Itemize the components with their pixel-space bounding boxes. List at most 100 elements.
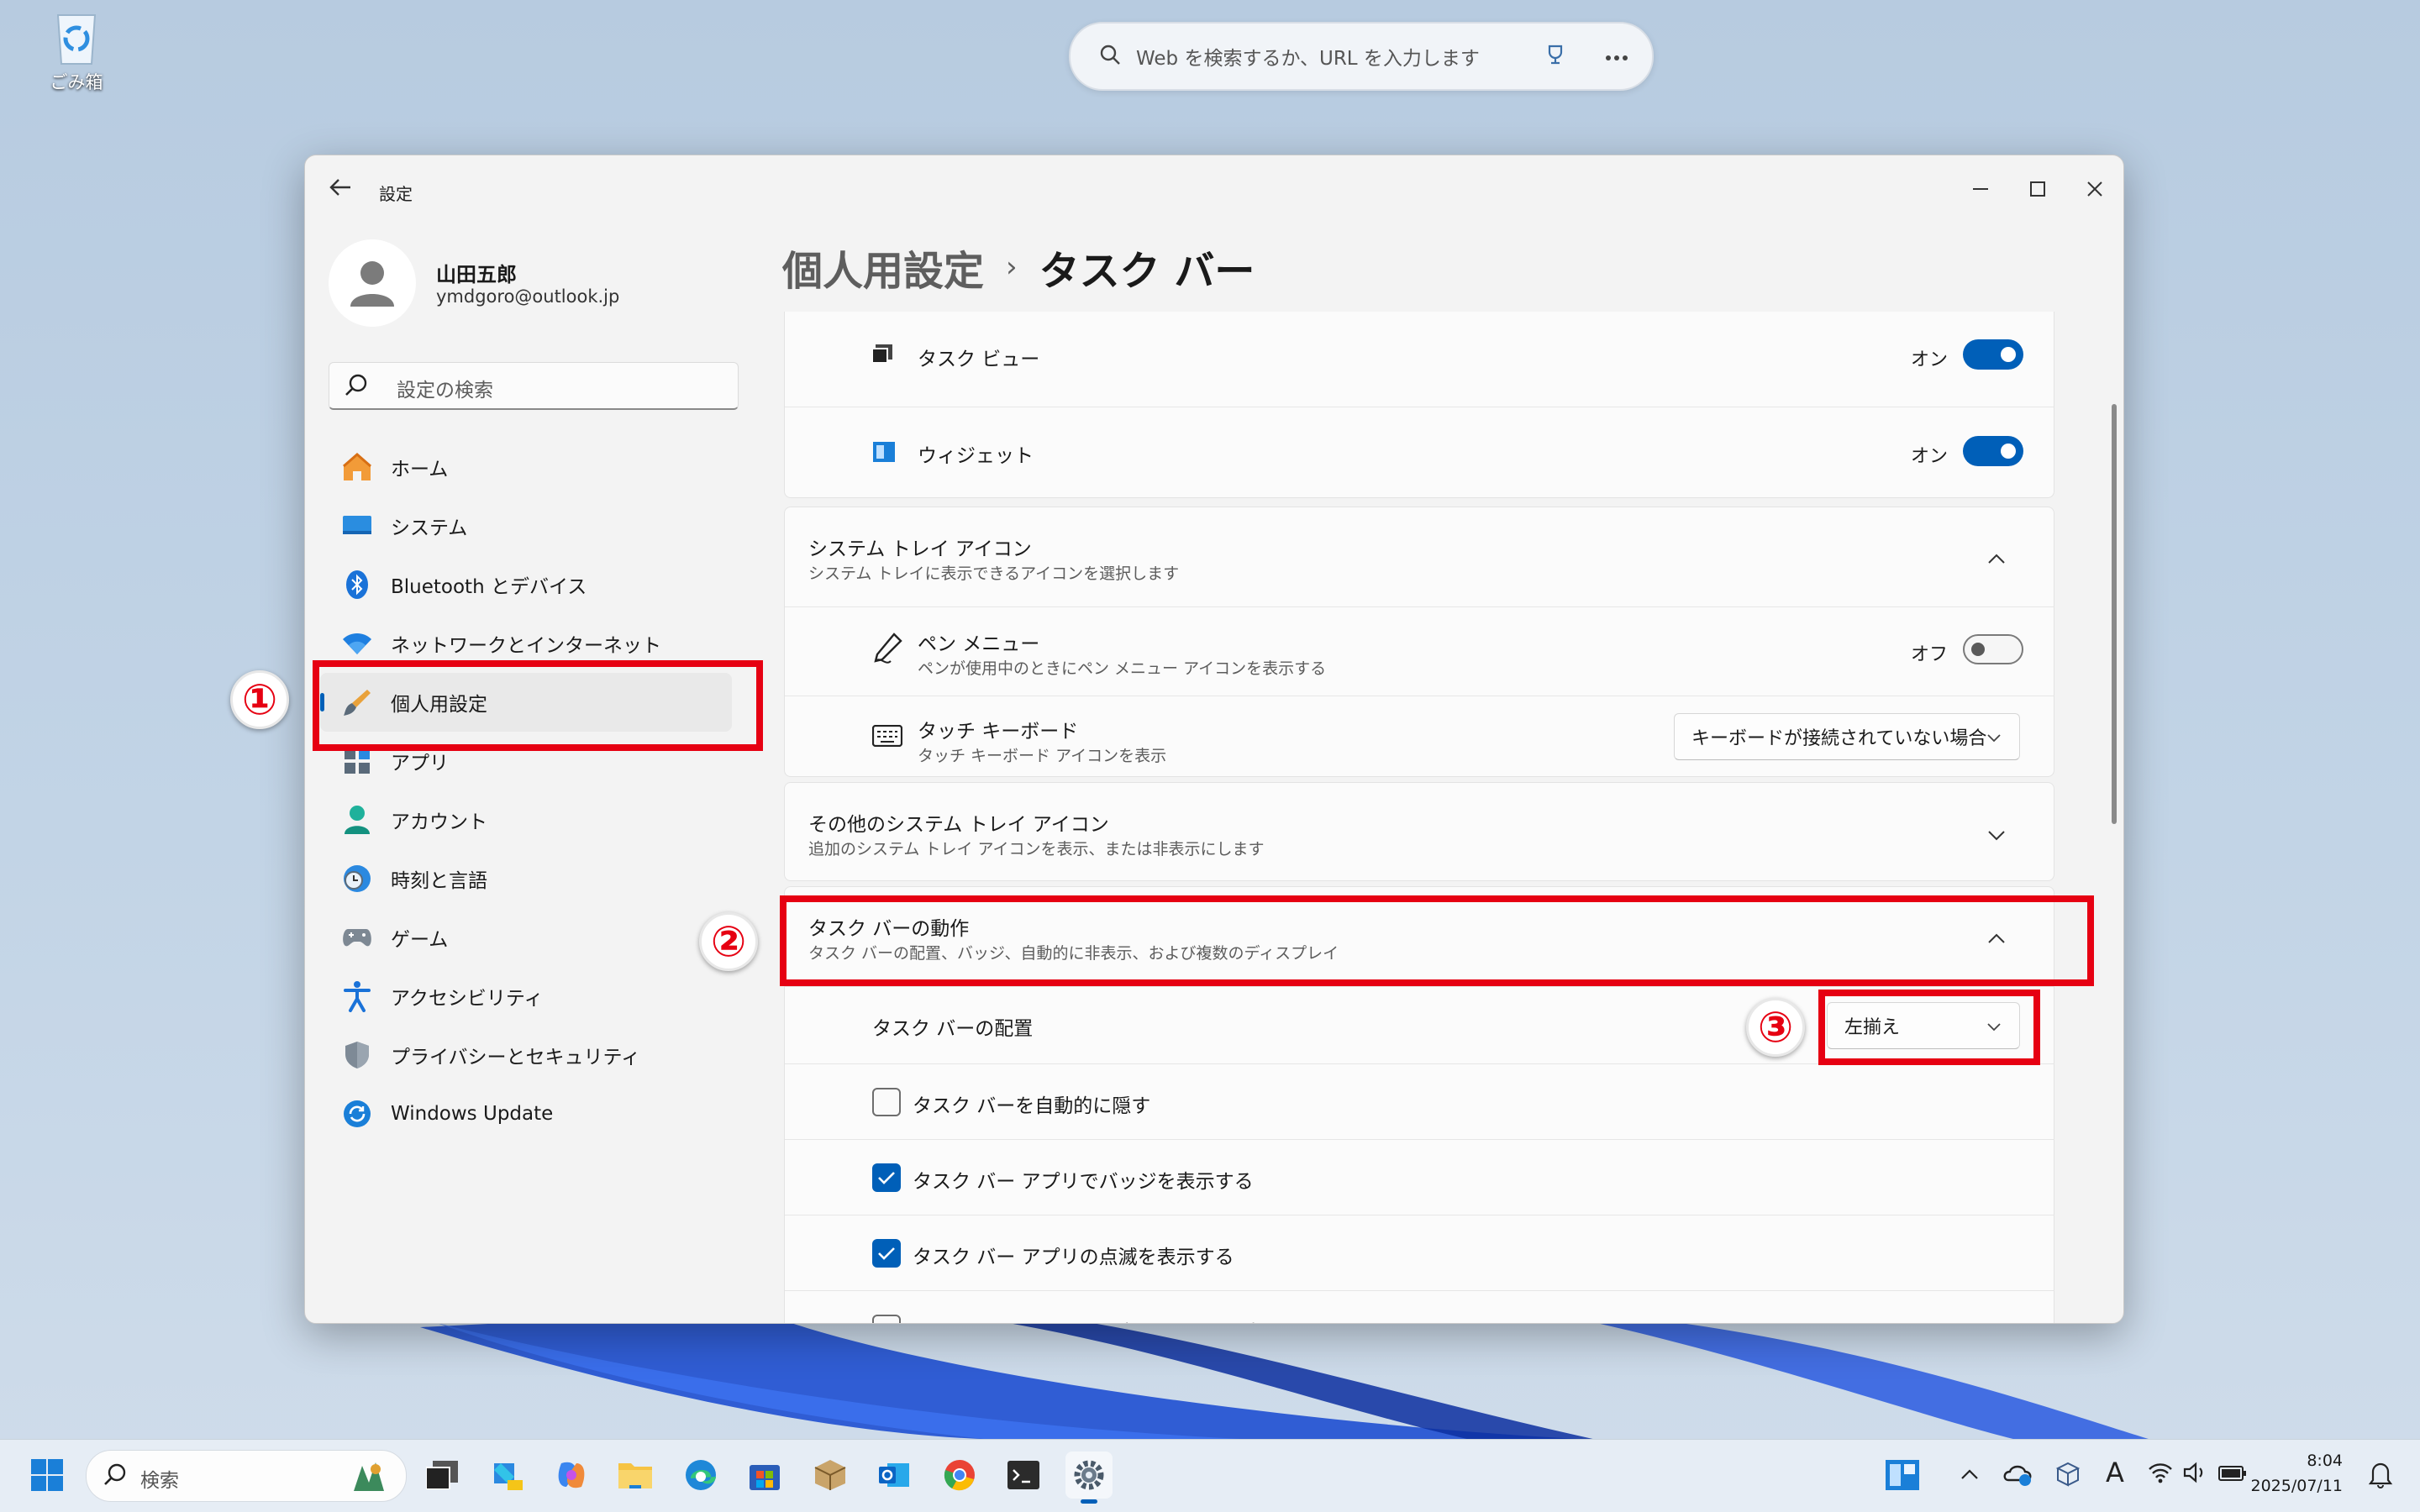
user-profile[interactable]: 山田五郎 ymdgoro@outlook.jp xyxy=(329,239,715,332)
clock[interactable]: 8:04 2025/07/11 xyxy=(2250,1448,2343,1499)
search-icon xyxy=(1099,44,1121,69)
trophy-icon[interactable] xyxy=(1544,44,1566,69)
sidebar-item-home[interactable]: ホーム xyxy=(320,438,732,496)
taskbar-search-box[interactable]: 検索 xyxy=(86,1450,407,1502)
system-tray-subtitle: システム トレイに表示できるアイコンを選択します xyxy=(808,564,1180,583)
pen-menu-state: オフ xyxy=(1911,644,1949,665)
taskbar-items-card: タスク ビュー オン ウィジェット オン xyxy=(784,312,2054,498)
sidebar-item-label: Windows Update xyxy=(391,1103,554,1125)
other-tray-card[interactable]: その他のシステム トレイ アイコン 追加のシステム トレイ アイコンを表示、また… xyxy=(784,782,2054,881)
badges-checkbox[interactable] xyxy=(872,1163,901,1192)
sidebar-item-system[interactable]: システム xyxy=(320,496,732,555)
notification-bell-icon[interactable] xyxy=(2368,1460,2393,1492)
sidebar-item-label: アクセシビリティ xyxy=(391,988,544,1010)
sidebar-item-accounts[interactable]: アカウント xyxy=(320,790,732,849)
pen-menu-toggle[interactable] xyxy=(1963,634,2023,664)
minimize-button[interactable] xyxy=(1952,164,2009,214)
widgets-taskbar-icon[interactable] xyxy=(1879,1452,1926,1499)
badges-row: タスク バー アプリでバッジを表示する xyxy=(785,1139,2054,1215)
sidebar-nav: ホーム システム Bluetooth とデバイス ネットワークとインターネット … xyxy=(320,438,732,1143)
system-tray-card: システム トレイ アイコン システム トレイに表示できるアイコンを選択します ペ… xyxy=(784,507,2054,777)
sidebar-item-label: アカウント xyxy=(391,811,487,833)
page-title: タスク バー xyxy=(1039,248,1255,295)
active-app-indicator xyxy=(1081,1499,1097,1504)
settings-taskbar-icon[interactable] xyxy=(1065,1452,1113,1504)
chevron-up-icon[interactable] xyxy=(1988,551,2005,567)
back-arrow-icon[interactable] xyxy=(329,177,352,201)
accessibility-icon xyxy=(340,979,374,1013)
security-icon[interactable] xyxy=(2055,1462,2081,1490)
sidebar-item-label: 時刻と言語 xyxy=(391,870,487,892)
recycle-bin-desktop-icon[interactable]: ごみ箱 xyxy=(39,7,114,94)
outlook-icon[interactable] xyxy=(871,1452,918,1499)
taskbar: 検索 A 8:04 2025/07/11 xyxy=(0,1439,2420,1512)
start-button[interactable] xyxy=(24,1452,71,1499)
widgets-icon xyxy=(872,441,896,466)
sidebar-item-label: ゲーム xyxy=(391,929,449,951)
chevron-down-icon xyxy=(1987,727,2001,748)
account-icon xyxy=(340,803,374,837)
chevron-down-icon[interactable] xyxy=(1988,828,2005,844)
widgets-toggle[interactable] xyxy=(1963,436,2023,466)
flashing-label: タスク バー アプリの点滅を表示する xyxy=(913,1247,1234,1268)
clock-date: 2025/07/11 xyxy=(2250,1477,2343,1495)
search-highlight-icon xyxy=(350,1457,387,1498)
flashing-checkbox[interactable] xyxy=(872,1239,901,1268)
touch-keyboard-value: キーボードが接続されていない場合 xyxy=(1691,728,1987,749)
taskbar-search-placeholder: 検索 xyxy=(140,1470,179,1492)
task-view-taskbar-icon[interactable] xyxy=(418,1452,466,1499)
highlight-box-3 xyxy=(1818,990,2040,1065)
breadcrumb-parent[interactable]: 個人用設定 xyxy=(782,238,984,297)
search-icon xyxy=(103,1462,129,1491)
sidebar-item-gaming[interactable]: ゲーム xyxy=(320,908,732,967)
other-tray-title: その他のシステム トレイ アイコン xyxy=(808,814,1109,836)
auto-hide-checkbox[interactable] xyxy=(872,1088,901,1116)
onedrive-icon[interactable] xyxy=(2003,1460,2033,1490)
battery-icon[interactable] xyxy=(2218,1465,2247,1485)
clock-globe-icon xyxy=(340,862,374,895)
maximize-button[interactable] xyxy=(2009,164,2066,214)
all-displays-checkbox[interactable] xyxy=(872,1315,901,1323)
chrome-icon[interactable] xyxy=(936,1452,983,1499)
widgets-label: ウィジェット xyxy=(918,445,1034,467)
pen-menu-subtitle: ペンが使用中のときにペン メニュー アイコンを表示する xyxy=(918,659,1327,678)
pen-icon xyxy=(872,633,902,669)
wifi-icon xyxy=(340,627,374,660)
sidebar-item-label: ネットワークとインターネット xyxy=(391,635,661,657)
taskbar-alignment-label: タスク バーの配置 xyxy=(872,1018,1034,1040)
file-explorer-icon[interactable] xyxy=(612,1452,659,1499)
sidebar-item-bluetooth[interactable]: Bluetooth とデバイス xyxy=(320,555,732,614)
terminal-icon[interactable] xyxy=(1000,1452,1047,1499)
wifi-icon[interactable] xyxy=(2148,1462,2173,1487)
store-icon[interactable] xyxy=(741,1452,788,1499)
system-tray-header[interactable]: システム トレイ アイコン システム トレイに表示できるアイコンを選択します xyxy=(785,507,2054,606)
copilot-icon[interactable] xyxy=(548,1452,595,1499)
auto-hide-row: タスク バーを自動的に隠す xyxy=(785,1063,2054,1139)
ime-indicator[interactable]: A xyxy=(2106,1457,2124,1488)
browser-search-box[interactable]: Web を検索するか、URL を入力します xyxy=(1069,22,1654,91)
package-icon[interactable] xyxy=(807,1452,854,1499)
sidebar-item-time-language[interactable]: 時刻と言語 xyxy=(320,849,732,908)
breadcrumb-separator: › xyxy=(1006,250,1018,284)
settings-search-input[interactable]: 設定の検索 xyxy=(329,362,739,410)
highlight-box-2 xyxy=(780,895,2094,986)
sidebar-item-windows-update[interactable]: Windows Update xyxy=(320,1084,732,1143)
more-icon[interactable] xyxy=(1605,49,1628,65)
settings-content: タスク ビュー オン ウィジェット オン システム トレイ アイコン システム … xyxy=(784,312,2054,1323)
volume-icon[interactable] xyxy=(2183,1462,2208,1487)
edge-icon[interactable] xyxy=(677,1452,724,1499)
chevron-up-icon[interactable] xyxy=(1961,1467,1978,1483)
copilot-pre-icon[interactable] xyxy=(482,1452,529,1499)
close-button[interactable] xyxy=(2066,164,2123,214)
task-view-toggle[interactable] xyxy=(1963,339,2023,370)
search-icon xyxy=(345,373,370,402)
sidebar-item-label: アプリ xyxy=(391,753,449,774)
sidebar-item-label: Bluetooth とデバイス xyxy=(391,576,587,598)
annotation-number-2: ② xyxy=(699,912,758,971)
sidebar-item-privacy[interactable]: プライバシーとセキュリティ xyxy=(320,1026,732,1084)
auto-hide-label: タスク バーを自動的に隠す xyxy=(913,1095,1151,1117)
touch-keyboard-dropdown[interactable]: キーボードが接続されていない場合 xyxy=(1674,713,2020,760)
profile-name: 山田五郎 xyxy=(436,263,517,286)
sidebar-item-accessibility[interactable]: アクセシビリティ xyxy=(320,967,732,1026)
content-scrollbar[interactable] xyxy=(2112,404,2117,824)
